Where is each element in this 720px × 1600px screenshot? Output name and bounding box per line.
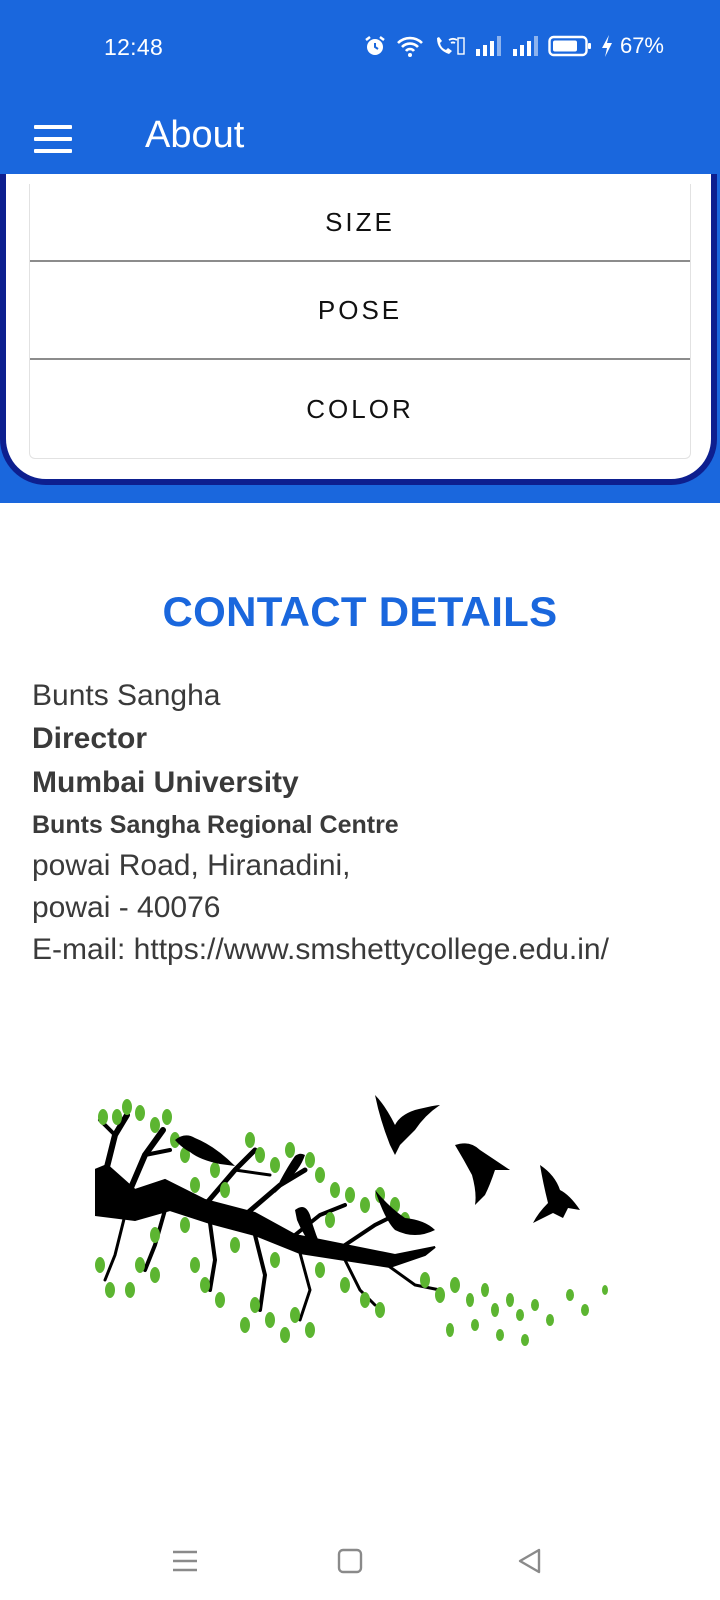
back-icon[interactable] — [505, 1536, 555, 1586]
vowifi-call-icon — [436, 37, 465, 55]
app-bar: About — [0, 96, 720, 184]
option-color[interactable]: COLOR — [30, 360, 690, 458]
status-icons: 67% — [363, 31, 664, 61]
contact-address-line1: powai Road, Hiranadini, — [32, 849, 351, 882]
flying-birds — [375, 1095, 580, 1223]
leaves — [95, 1099, 608, 1346]
contact-email[interactable]: E-mail: https://www.smshettycollege.edu.… — [32, 929, 702, 971]
contact-centre: Bunts Sangha Regional Centre — [32, 811, 399, 839]
status-bar: 12:48 67% — [0, 0, 720, 96]
alarm-icon — [365, 36, 385, 55]
home-icon[interactable] — [325, 1536, 375, 1586]
recents-icon[interactable] — [160, 1536, 210, 1586]
wifi-icon — [397, 36, 423, 57]
charging-icon — [601, 35, 612, 57]
battery-percentage: 67% — [619, 33, 664, 58]
page-title: About — [145, 114, 245, 156]
contact-heading: CONTACT DETAILS — [162, 588, 558, 635]
signal-icon — [512, 36, 538, 56]
contact-details: Bunts Sangha Director Mumbai University … — [32, 675, 702, 971]
contact-role: Director — [32, 722, 148, 755]
contact-name: Bunts Sangha — [32, 679, 221, 712]
signal-icon — [475, 36, 501, 56]
system-nav-bar — [0, 1520, 720, 1600]
option-size[interactable]: SIZE — [30, 184, 690, 262]
hamburger-menu-icon[interactable] — [34, 116, 80, 162]
battery-icon — [548, 35, 591, 57]
contact-university: Mumbai University — [32, 766, 299, 799]
option-pose[interactable]: POSE — [30, 262, 690, 360]
status-time: 12:48 — [104, 34, 164, 60]
contact-address-line2: powai - 40076 — [32, 891, 221, 924]
tree-birds-illustration — [95, 1095, 608, 1346]
options-list: SIZE POSE COLOR — [29, 184, 691, 459]
